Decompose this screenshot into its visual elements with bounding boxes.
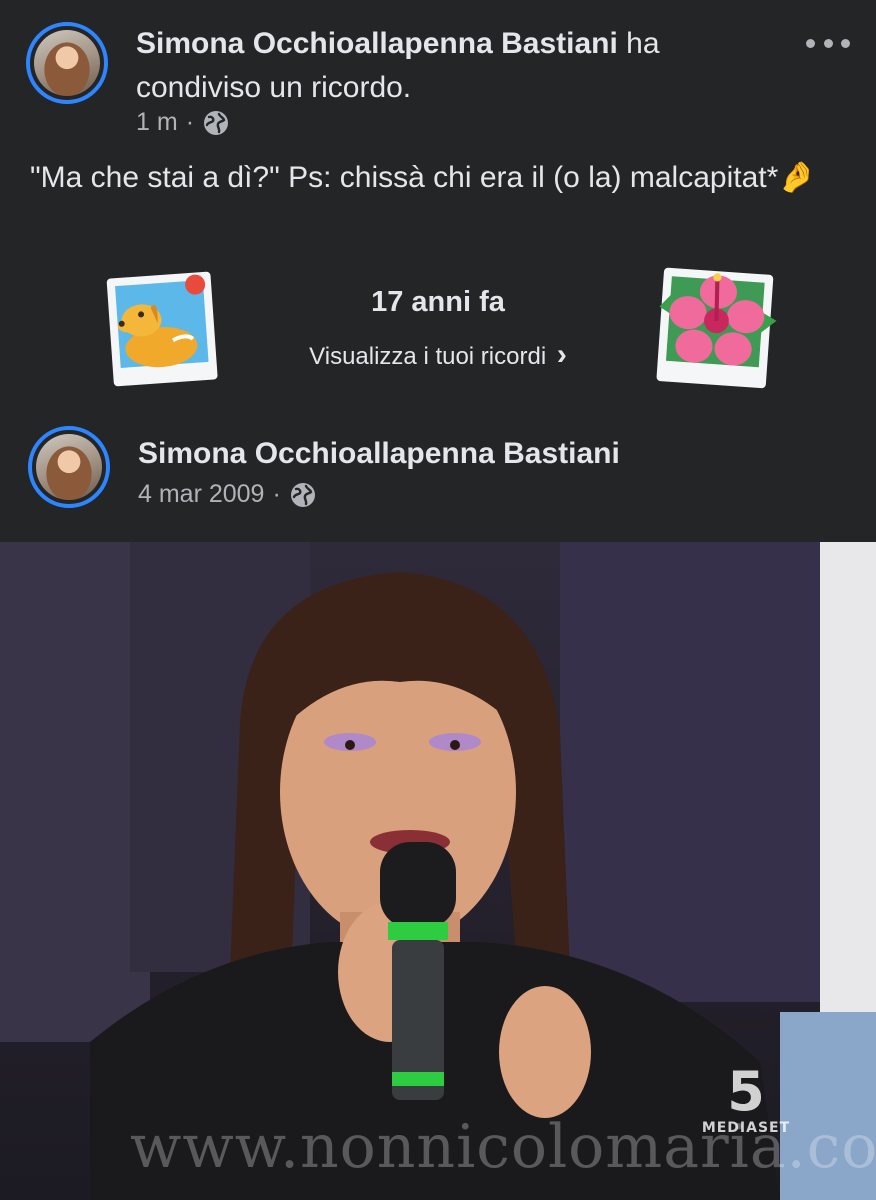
hibiscus-photo-icon xyxy=(656,267,777,389)
meta-separator: · xyxy=(272,480,281,508)
view-memories-label: Visualizza i tuoi ricordi xyxy=(309,343,547,370)
post-meta: 1 m · xyxy=(136,108,230,137)
post-photo[interactable]: www.nonnicolomaria.com 5 MEDIASET xyxy=(0,542,876,1200)
channel-number: 5 xyxy=(727,1060,765,1123)
avatar-photo xyxy=(36,434,102,500)
post-caption: "Ma che stai a dì?" Ps: chissà chi era i… xyxy=(30,161,816,194)
original-author-name-link[interactable]: Simona Occhioallapenna Bastiani xyxy=(138,437,620,470)
channel-label: MEDIASET xyxy=(701,1120,791,1136)
avatar-photo xyxy=(34,30,100,96)
original-author-avatar[interactable] xyxy=(28,426,110,508)
post-header: Simona Occhioallapenna Bastiani ha condi… xyxy=(136,22,776,110)
original-post-header: Simona Occhioallapenna Bastiani xyxy=(138,432,778,476)
post-timestamp[interactable]: 1 m xyxy=(136,108,178,137)
author-avatar[interactable] xyxy=(26,22,108,104)
meta-separator: · xyxy=(185,108,195,136)
globe-icon xyxy=(290,482,315,507)
original-post-date[interactable]: 4 mar 2009 xyxy=(138,480,264,509)
more-options-icon[interactable] xyxy=(806,28,850,58)
author-name-link[interactable]: Simona Occhioallapenna Bastiani xyxy=(136,27,618,60)
chevron-right-icon: › xyxy=(556,338,567,371)
globe-icon xyxy=(204,110,229,135)
original-post-meta: 4 mar 2009 · xyxy=(138,480,317,509)
channel-logo: 5 MEDIASET xyxy=(700,1060,792,1137)
